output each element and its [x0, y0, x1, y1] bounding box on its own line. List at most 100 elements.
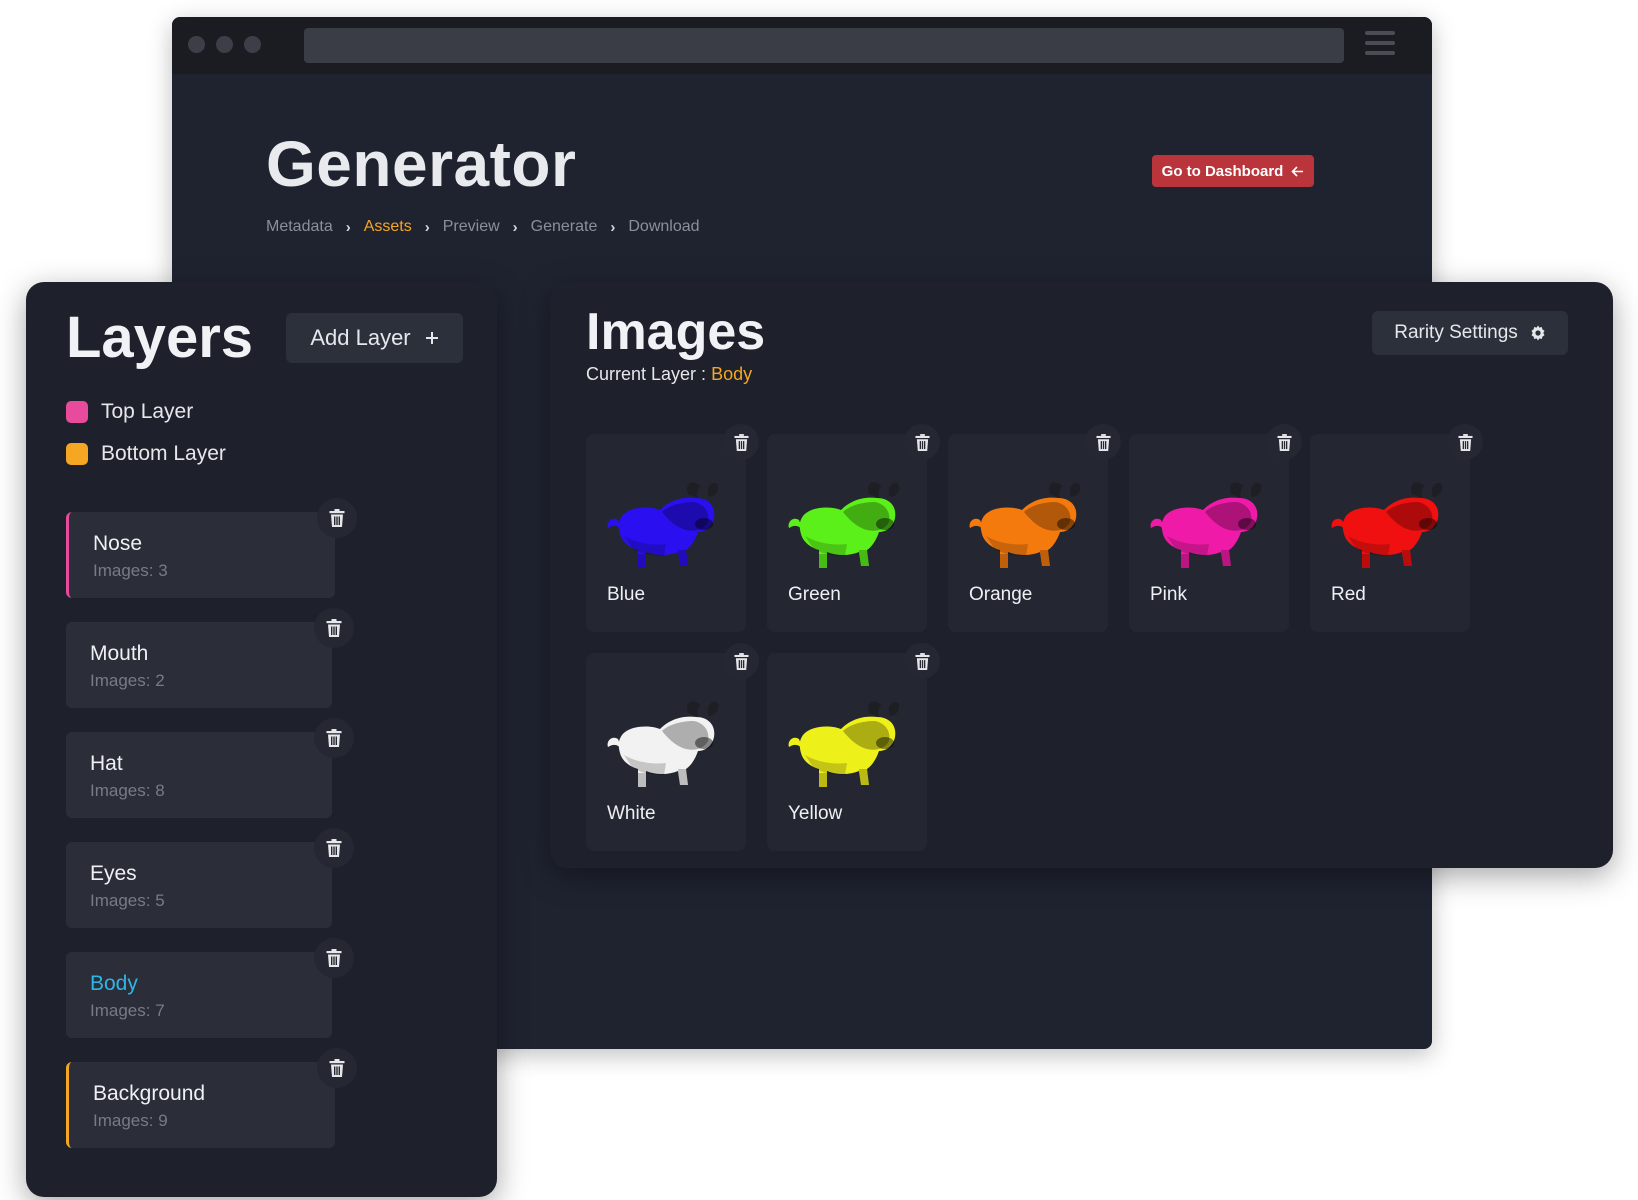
layer-item-mouth[interactable]: Mouth Images: 2 [66, 608, 354, 708]
layer-item-nose[interactable]: Nose Images: 3 [66, 498, 357, 598]
window-dot-icon [216, 36, 233, 53]
breadcrumb-assets[interactable]: Assets [364, 218, 412, 236]
bull-image-white [604, 695, 724, 795]
bull-image-red [1328, 476, 1448, 576]
legend-top-layer: Top Layer [66, 400, 193, 424]
trash-icon [1458, 434, 1473, 451]
image-card-yellow[interactable]: Yellow [767, 643, 940, 851]
trash-icon [1096, 434, 1111, 451]
chevron-right-icon: › [345, 218, 351, 236]
image-label: Blue [607, 584, 646, 605]
breadcrumb-preview[interactable]: Preview [443, 218, 500, 236]
layer-item-hat[interactable]: Hat Images: 8 [66, 718, 354, 818]
layers-panel: Layers Add Layer Top Layer Bottom Layer … [26, 282, 497, 1197]
layer-item-background[interactable]: Background Images: 9 [66, 1048, 357, 1148]
browser-toolbar [172, 17, 1432, 74]
image-label: Yellow [788, 803, 843, 824]
current-layer-indicator: Current Layer : Body [586, 364, 752, 385]
image-label: Orange [969, 584, 1033, 605]
delete-image-button[interactable] [1266, 424, 1302, 460]
layer-image-count: Images: 8 [90, 781, 165, 800]
chevron-right-icon: › [424, 218, 430, 236]
delete-image-button[interactable] [904, 424, 940, 460]
delete-layer-button[interactable] [314, 608, 354, 648]
delete-layer-button[interactable] [317, 498, 357, 538]
layer-name: Background [93, 1082, 206, 1105]
legend-bottom-layer-label: Bottom Layer [101, 442, 226, 465]
image-label: Green [788, 584, 841, 605]
trash-icon [329, 1059, 345, 1077]
add-layer-button[interactable]: Add Layer [286, 313, 463, 363]
window-dot-icon [188, 36, 205, 53]
go-to-dashboard-label: Go to Dashboard [1161, 162, 1284, 180]
layer-name: Nose [93, 532, 143, 555]
layer-item-eyes[interactable]: Eyes Images: 5 [66, 828, 354, 928]
bull-image-green [785, 476, 905, 576]
trash-icon [915, 653, 930, 670]
bull-image-yellow [785, 695, 905, 795]
top-layer-swatch [66, 401, 88, 423]
image-card-green[interactable]: Green [767, 424, 940, 632]
image-card-white[interactable]: White [586, 643, 759, 851]
layer-image-count: Images: 9 [93, 1111, 168, 1130]
menu-icon[interactable] [1365, 31, 1395, 59]
breadcrumb-generate[interactable]: Generate [531, 218, 598, 236]
breadcrumb: Metadata › Assets › Preview › Generate ›… [266, 218, 700, 236]
delete-layer-button[interactable] [317, 1048, 357, 1088]
trash-icon [326, 619, 342, 637]
bull-image-blue [604, 476, 724, 576]
address-bar[interactable] [304, 28, 1344, 63]
delete-image-button[interactable] [904, 643, 940, 679]
delete-image-button[interactable] [1085, 424, 1121, 460]
trash-icon [329, 509, 345, 527]
layers-title: Layers [66, 305, 254, 370]
layer-image-count: Images: 5 [90, 891, 165, 910]
window-dot-icon [244, 36, 261, 53]
bull-image-pink [1147, 476, 1267, 576]
delete-layer-button[interactable] [314, 718, 354, 758]
page-title: Generator [266, 128, 577, 200]
trash-icon [915, 434, 930, 451]
current-layer-label: Current Layer : [586, 364, 707, 384]
breadcrumb-download[interactable]: Download [628, 218, 699, 236]
trash-icon [734, 653, 749, 670]
trash-icon [734, 434, 749, 451]
layer-name: Mouth [90, 642, 149, 665]
layer-name: Body [90, 972, 138, 995]
delete-image-button[interactable] [723, 424, 759, 460]
delete-layer-button[interactable] [314, 938, 354, 978]
trash-icon [326, 839, 342, 857]
trash-icon [326, 949, 342, 967]
trash-icon [326, 729, 342, 747]
plus-icon [425, 332, 438, 344]
rarity-settings-button[interactable]: Rarity Settings [1372, 311, 1568, 355]
layer-image-count: Images: 7 [90, 1001, 165, 1020]
images-panel: Images Current Layer : Body Rarity Setti… [550, 282, 1613, 868]
breadcrumb-metadata[interactable]: Metadata [266, 218, 333, 236]
delete-image-button[interactable] [723, 643, 759, 679]
chevron-right-icon: › [512, 218, 518, 236]
arrow-left-icon [1291, 165, 1304, 177]
image-card-red[interactable]: Red [1310, 424, 1483, 632]
trash-icon [1277, 434, 1292, 451]
current-layer-value: Body [711, 364, 753, 384]
delete-layer-button[interactable] [314, 828, 354, 868]
image-label: Red [1331, 584, 1366, 605]
legend-bottom-layer: Bottom Layer [66, 442, 226, 466]
gear-icon [1531, 325, 1545, 341]
go-to-dashboard-button[interactable]: Go to Dashboard [1152, 155, 1314, 187]
layer-item-body[interactable]: Body Images: 7 [66, 938, 354, 1038]
rarity-settings-label: Rarity Settings [1394, 322, 1518, 343]
image-card-pink[interactable]: Pink [1129, 424, 1302, 632]
legend-top-layer-label: Top Layer [101, 400, 194, 423]
image-label: Pink [1150, 584, 1187, 605]
layer-name: Hat [90, 752, 123, 775]
image-card-orange[interactable]: Orange [948, 424, 1121, 632]
image-card-blue[interactable]: Blue [586, 424, 759, 632]
layer-image-count: Images: 2 [90, 671, 165, 690]
layer-name: Eyes [90, 862, 137, 885]
bottom-layer-swatch [66, 443, 88, 465]
images-title: Images [586, 303, 766, 361]
delete-image-button[interactable] [1447, 424, 1483, 460]
chevron-right-icon: › [610, 218, 616, 236]
